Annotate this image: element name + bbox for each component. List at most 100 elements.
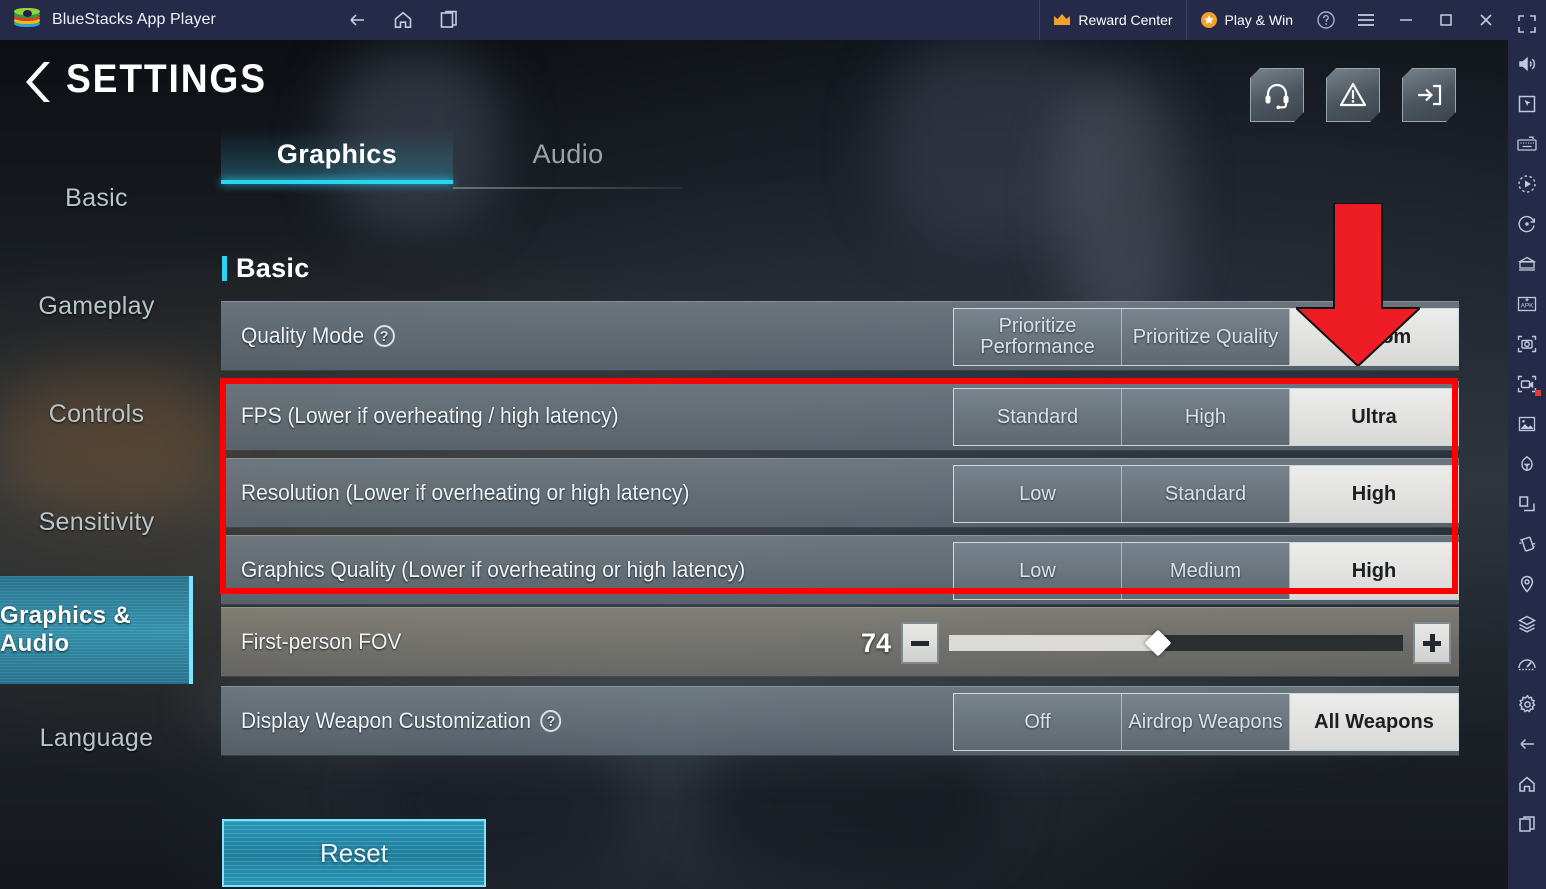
media-manager-icon[interactable]: [1508, 404, 1546, 444]
install-apk-icon[interactable]: APK: [1508, 284, 1546, 324]
reward-center-button[interactable]: Reward Center: [1039, 0, 1187, 40]
section-heading-basic: Basic: [222, 253, 310, 284]
logout-icon[interactable]: [1402, 68, 1456, 122]
sidebar-item-controls[interactable]: Controls: [0, 360, 193, 468]
section-title: Basic: [236, 253, 310, 283]
setting-label: Resolution (Lower if overheating or high…: [241, 480, 689, 506]
back-icon[interactable]: [1508, 724, 1546, 764]
star-badge-icon: [1200, 11, 1218, 29]
section-accent-bar: [222, 256, 227, 281]
shake-icon[interactable]: [1508, 524, 1546, 564]
setting-label-text: FPS (Lower if overheating / high latency…: [241, 403, 619, 428]
game-viewport: SETTINGS Basic Gameplay Controls Sensiti…: [0, 40, 1508, 889]
copy-paste-icon[interactable]: [1508, 484, 1546, 524]
sidebar-item-gameplay[interactable]: Gameplay: [0, 252, 193, 360]
minimize-icon[interactable]: [1386, 0, 1426, 40]
home-icon[interactable]: [1508, 764, 1546, 804]
setting-label-text: Display Weapon Customization: [241, 708, 532, 733]
warning-report-icon[interactable]: [1326, 68, 1380, 122]
sidebar-item-label: Language: [39, 723, 154, 752]
fov-decrement-button[interactable]: [901, 622, 939, 664]
screen-record-icon[interactable]: [1508, 364, 1546, 404]
fov-value: 74: [860, 627, 891, 658]
help-icon[interactable]: ?: [540, 710, 562, 732]
eco-mode-icon[interactable]: [1508, 444, 1546, 484]
tab-graphics[interactable]: Graphics: [221, 128, 453, 184]
option-prioritize-performance[interactable]: Prioritize Performance: [954, 309, 1122, 365]
tab-audio[interactable]: Audio: [453, 128, 683, 180]
option-high[interactable]: High: [1290, 466, 1458, 522]
fov-slider-knob[interactable]: [1144, 629, 1172, 657]
sidebar-item-graphics-audio[interactable]: Graphics & Audio: [0, 576, 193, 684]
option-airdrop-weapons[interactable]: Airdrop Weapons: [1122, 694, 1290, 750]
tab-label: Audio: [532, 138, 604, 169]
option-low[interactable]: Low: [954, 543, 1122, 599]
keyboard-icon[interactable]: [1508, 124, 1546, 164]
fov-slider-track[interactable]: [949, 629, 1403, 657]
back-chevron-icon[interactable]: [20, 60, 56, 104]
help-icon[interactable]: ?: [373, 325, 395, 347]
option-all-weapons[interactable]: All Weapons: [1290, 694, 1458, 750]
bluestacks-logo-icon: [14, 7, 40, 33]
fullscreen-icon[interactable]: [1508, 4, 1546, 44]
sidebar-item-label: Graphics & Audio: [0, 602, 132, 657]
app-title: BlueStacks App Player: [52, 11, 216, 28]
setting-row-resolution: Resolution (Lower if overheating or high…: [221, 458, 1459, 528]
option-high[interactable]: High: [1290, 543, 1458, 599]
settings-gear-icon[interactable]: [1508, 684, 1546, 724]
segmented-control-quality-mode: Prioritize Performance Prioritize Qualit…: [953, 308, 1459, 366]
layers-icon[interactable]: [1508, 604, 1546, 644]
fov-increment-button[interactable]: [1413, 622, 1451, 664]
option-off[interactable]: Off: [954, 694, 1122, 750]
sidebar-item-label: Sensitivity: [38, 507, 155, 536]
back-icon[interactable]: [346, 9, 368, 31]
setting-label: Quality Mode ?: [241, 323, 395, 349]
option-standard[interactable]: Standard: [1122, 466, 1290, 522]
bluestacks-sidebar: APK: [1508, 0, 1546, 889]
option-low[interactable]: Low: [954, 466, 1122, 522]
play-and-win-button[interactable]: Play & Win: [1187, 0, 1306, 40]
reset-button[interactable]: Reset: [222, 819, 486, 887]
macro-record-icon[interactable]: [1508, 164, 1546, 204]
option-ultra[interactable]: Ultra: [1290, 389, 1458, 445]
recents-icon[interactable]: [1508, 804, 1546, 844]
location-icon[interactable]: [1508, 564, 1546, 604]
maximize-icon[interactable]: [1426, 0, 1466, 40]
segmented-control-fps: Standard High Ultra: [953, 388, 1459, 446]
screenshot-icon[interactable]: [1508, 324, 1546, 364]
multi-instance-icon[interactable]: [438, 9, 460, 31]
option-high[interactable]: High: [1122, 389, 1290, 445]
support-headset-icon[interactable]: [1250, 68, 1304, 122]
option-custom[interactable]: Custom: [1290, 309, 1458, 365]
sidebar-item-label: Controls: [48, 399, 145, 428]
cursor-icon[interactable]: [1508, 84, 1546, 124]
titlebar-actions: Reward Center Play & Win: [1039, 0, 1546, 40]
bluestacks-title-bar: BlueStacks App Player Reward Center Play…: [0, 0, 1546, 40]
option-medium[interactable]: Medium: [1122, 543, 1290, 599]
segmented-control-graphics-quality: Low Medium High: [953, 542, 1459, 600]
sidebar-item-language[interactable]: Language: [0, 684, 193, 792]
sidebar-item-label: Basic: [65, 183, 128, 212]
multi-instance-manager-icon[interactable]: [1508, 244, 1546, 284]
play-and-win-label: Play & Win: [1224, 12, 1293, 28]
help-icon[interactable]: [1306, 0, 1346, 40]
volume-icon[interactable]: [1508, 44, 1546, 84]
setting-row-display-weapon-customization: Display Weapon Customization ? Off Airdr…: [221, 686, 1459, 756]
home-icon[interactable]: [392, 9, 414, 31]
option-standard[interactable]: Standard: [954, 389, 1122, 445]
setting-row-graphics-quality: Graphics Quality (Lower if overheating o…: [221, 535, 1459, 605]
rotate-icon[interactable]: [1508, 204, 1546, 244]
reward-center-label: Reward Center: [1078, 12, 1173, 28]
record-indicator: [1535, 390, 1541, 396]
performance-icon[interactable]: [1508, 644, 1546, 684]
setting-label: Graphics Quality (Lower if overheating o…: [241, 557, 745, 583]
segmented-control-display-weapon-customization: Off Airdrop Weapons All Weapons: [953, 693, 1459, 751]
page-title: SETTINGS: [66, 57, 267, 101]
close-icon[interactable]: [1466, 0, 1506, 40]
option-prioritize-quality[interactable]: Prioritize Quality: [1122, 309, 1290, 365]
sidebar-item-sensitivity[interactable]: Sensitivity: [0, 468, 193, 576]
hamburger-menu-icon[interactable]: [1346, 0, 1386, 40]
tab-underline: [453, 187, 683, 189]
setting-row-fps: FPS (Lower if overheating / high latency…: [221, 381, 1459, 451]
sidebar-item-basic[interactable]: Basic: [0, 144, 193, 252]
